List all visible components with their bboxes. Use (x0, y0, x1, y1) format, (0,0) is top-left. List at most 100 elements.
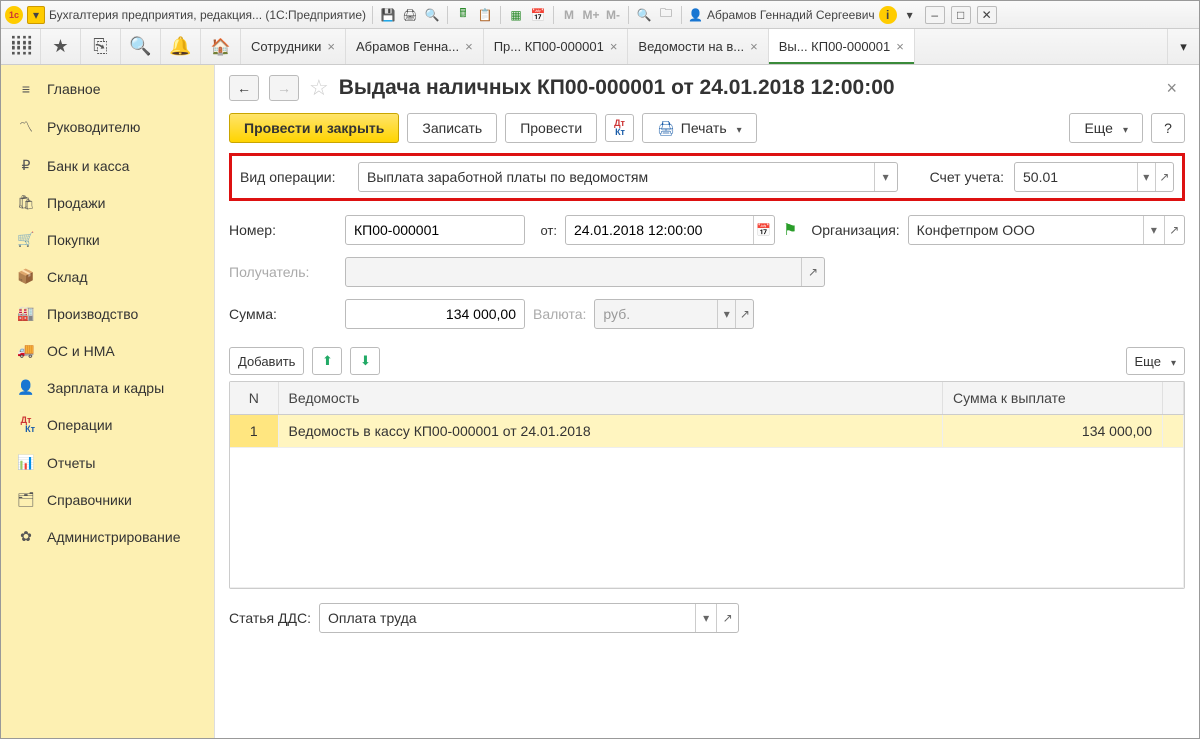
sidebar-item-label: Главное (47, 81, 101, 97)
favorite-star-icon[interactable]: ★ (41, 29, 81, 64)
col-sum[interactable]: Сумма к выплате (943, 382, 1163, 415)
dropdown-icon[interactable]: ▾ (1137, 163, 1155, 191)
nav-back-button[interactable]: ← (229, 75, 259, 101)
table-icon[interactable]: ▦ (507, 6, 525, 24)
more-button[interactable]: Еще (1069, 113, 1143, 143)
sidebar-item-sales[interactable]: 🛍Продажи (1, 184, 214, 221)
vedomost-table: N Ведомость Сумма к выплате 1 Ведомость … (229, 381, 1185, 589)
favorite-star-icon[interactable]: ☆ (309, 75, 329, 101)
tab-label: Сотрудники (251, 39, 321, 54)
document-close-button[interactable]: × (1158, 78, 1185, 99)
operation-type-value: Выплата заработной платы по ведомостям (359, 163, 874, 191)
dds-select[interactable]: Оплата труда ▾ ↗ (319, 603, 739, 633)
user-info[interactable]: 👤 Абрамов Геннадий Сергеевич (688, 8, 875, 22)
sum-input[interactable] (345, 299, 525, 329)
zoom-icon[interactable]: 🔍 (635, 6, 653, 24)
document-tabs: Сотрудники × Абрамов Генна...× Пр... КП00… (241, 29, 1167, 64)
currency-select: руб. ▾ ↗ (594, 299, 754, 329)
dropdown-icon[interactable]: ▾ (27, 6, 45, 24)
sidebar-item-main[interactable]: ≡Главное (1, 71, 214, 107)
open-icon[interactable]: ↗ (1155, 163, 1173, 191)
sidebar-item-catalogs[interactable]: 🗂Справочники (1, 481, 214, 518)
save-icon[interactable]: 💾 (379, 6, 397, 24)
print-icon[interactable]: 🖨 (401, 6, 419, 24)
close-icon[interactable]: × (750, 39, 758, 54)
tab-vydacha[interactable]: Вы... КП00-000001 × (769, 29, 915, 64)
sidebar-item-assets[interactable]: 🚚ОС и НМА (1, 332, 214, 369)
info-icon[interactable]: i (879, 6, 897, 24)
sidebar-item-label: Склад (47, 269, 88, 285)
window-close-button[interactable]: ✕ (977, 6, 997, 24)
preview-icon[interactable]: 🔍 (423, 6, 441, 24)
clipboard-nav-icon[interactable]: ⎘ (81, 29, 121, 64)
sum-field[interactable] (346, 300, 524, 328)
dropdown-icon[interactable]: ▾ (1143, 216, 1163, 244)
calendar-icon[interactable]: 📅 (529, 6, 547, 24)
org-select[interactable]: Конфетпром ООО ▾ ↗ (908, 215, 1185, 245)
sidebar-item-production[interactable]: 🏭Производство (1, 295, 214, 332)
info-dropdown-icon[interactable]: ▾ (901, 6, 919, 24)
number-field[interactable] (346, 216, 524, 244)
home-icon[interactable]: 🏠 (201, 29, 241, 64)
search-nav-icon[interactable]: 🔍 (121, 29, 161, 64)
tab-abramov[interactable]: Абрамов Генна...× (346, 29, 484, 64)
tab-employees[interactable]: Сотрудники × (241, 29, 346, 64)
operation-type-select[interactable]: Выплата заработной платы по ведомостям ▾ (358, 162, 898, 192)
m-plus-icon[interactable]: M+ (582, 6, 600, 24)
table-more-button[interactable]: Еще (1126, 347, 1185, 375)
currency-value: руб. (595, 300, 717, 328)
sidebar-item-reports[interactable]: 📊Отчеты (1, 444, 214, 481)
post-button[interactable]: Провести (505, 113, 597, 143)
sidebar-item-warehouse[interactable]: 📦Склад (1, 258, 214, 295)
number-input[interactable] (345, 215, 525, 245)
print-button[interactable]: 🖨Печать (642, 113, 757, 143)
move-down-button[interactable]: ⬇ (350, 347, 380, 375)
col-n[interactable]: N (230, 382, 278, 415)
tabs-overflow-icon[interactable]: ▾ (1167, 29, 1199, 64)
close-icon[interactable]: × (327, 39, 335, 54)
col-vedomost[interactable]: Ведомость (278, 382, 943, 415)
date-input[interactable]: 📅 (565, 215, 775, 245)
folder-icon[interactable]: 🗀 (657, 6, 675, 24)
bell-icon[interactable]: 🔔 (161, 29, 201, 64)
window-minimize-button[interactable]: – (925, 6, 945, 24)
sidebar-item-hr[interactable]: 👤Зарплата и кадры (1, 369, 214, 406)
close-icon[interactable]: × (610, 39, 618, 54)
add-row-button[interactable]: Добавить (229, 347, 304, 375)
sidebar-item-operations[interactable]: ДтКтОперации (1, 406, 214, 444)
open-icon[interactable]: ↗ (716, 604, 738, 632)
recipient-label: Получатель: (229, 264, 337, 280)
open-icon[interactable]: ↗ (1164, 216, 1184, 244)
dropdown-icon[interactable]: ▾ (695, 604, 717, 632)
status-ok-icon[interactable]: ⚑ (783, 220, 797, 240)
print-label: Печать (681, 120, 727, 136)
truck-icon: 🚚 (17, 342, 35, 359)
clipboard-icon[interactable]: 📋 (476, 6, 494, 24)
save-button[interactable]: Записать (407, 113, 497, 143)
move-up-button[interactable]: ⬆ (312, 347, 342, 375)
window-maximize-button[interactable]: □ (951, 6, 971, 24)
calc-icon[interactable]: 🖩 (454, 6, 472, 24)
sidebar-item-purchases[interactable]: 🛒Покупки (1, 221, 214, 258)
date-field[interactable] (566, 216, 753, 244)
help-button[interactable]: ? (1151, 113, 1185, 143)
m-minus-icon[interactable]: M- (604, 6, 622, 24)
m-icon[interactable]: M (560, 6, 578, 24)
table-row[interactable]: 1 Ведомость в кассу КП00-000001 от 24.01… (230, 415, 1184, 448)
account-label: Счет учета: (930, 169, 1004, 185)
close-icon[interactable]: × (896, 39, 904, 54)
post-and-close-button[interactable]: Провести и закрыть (229, 113, 399, 143)
calendar-icon[interactable]: 📅 (753, 216, 774, 244)
dropdown-icon[interactable]: ▾ (874, 163, 897, 191)
apps-grid-icon[interactable]: ⠿⠿⠿⠿ (1, 29, 41, 64)
tab-pr-kp00[interactable]: Пр... КП00-000001× (484, 29, 629, 64)
sidebar-item-admin[interactable]: ✿Администрирование (1, 518, 214, 555)
tab-vedomosti[interactable]: Ведомости на в...× (628, 29, 768, 64)
account-select[interactable]: 50.01 ▾ ↗ (1014, 162, 1174, 192)
sidebar-item-bank[interactable]: ₽Банк и касса (1, 147, 214, 184)
tab-label: Вы... КП00-000001 (779, 39, 891, 54)
dtkt-button[interactable]: ДтКт (605, 114, 634, 142)
close-icon[interactable]: × (465, 39, 473, 54)
nav-forward-button[interactable]: → (269, 75, 299, 101)
sidebar-item-manager[interactable]: 〽Руководителю (1, 107, 214, 147)
